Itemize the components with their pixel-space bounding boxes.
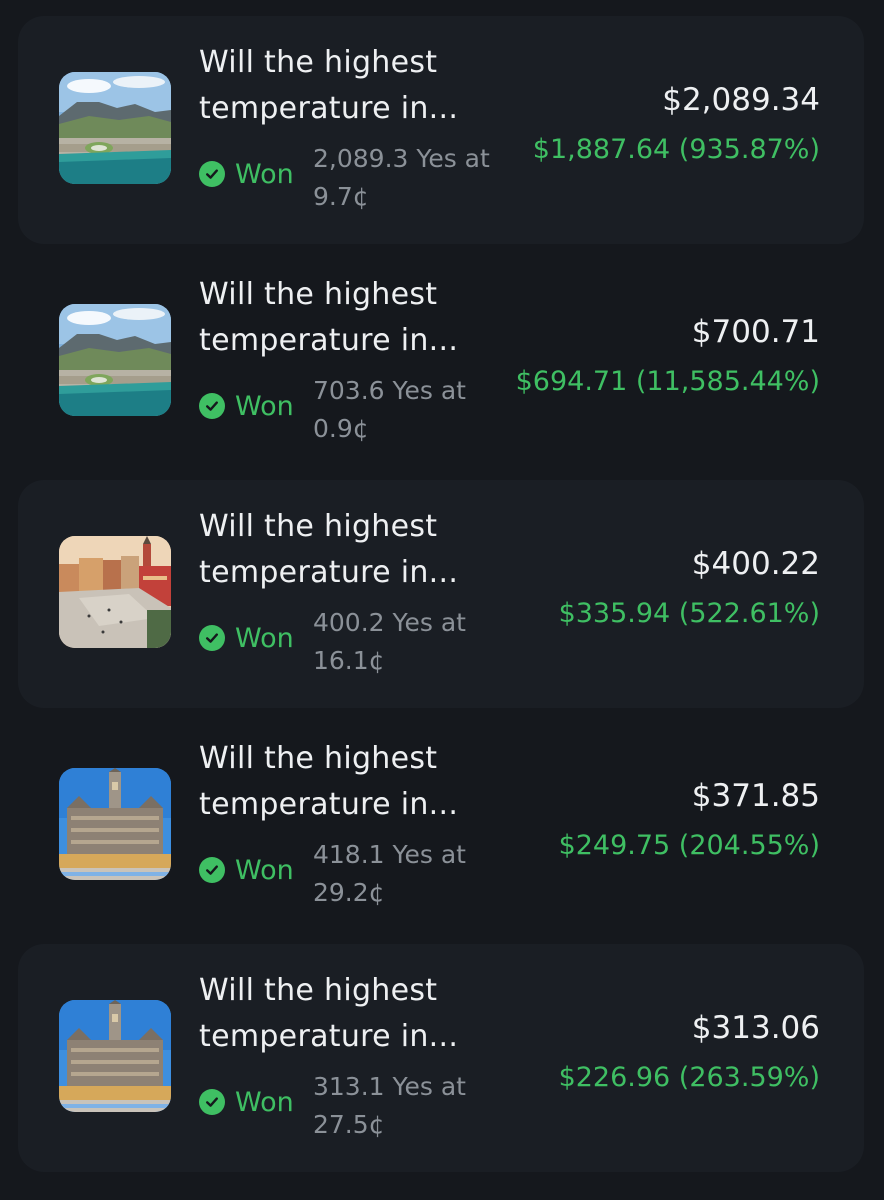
avg-price: 9.7¢ [313, 182, 369, 211]
check-circle-icon [199, 1089, 225, 1115]
munich-town-hall-photo [59, 1000, 171, 1112]
market-title: Will the highest temperature in... [199, 45, 459, 126]
avg-price: 16.1¢ [313, 646, 385, 675]
status-badge: Won [199, 1086, 294, 1118]
munich-town-hall-photo [59, 768, 171, 880]
status-label: Won [235, 622, 294, 654]
cape-town-aerial-photo [59, 304, 171, 416]
position-value: $2,089.34 [662, 82, 820, 118]
shares-line: 2,089.3 Yes at [313, 144, 490, 173]
shares-line: 418.1 Yes at [313, 840, 466, 869]
shares-info: 313.1 Yes at 27.5¢ [313, 1068, 513, 1144]
shares-info: 400.2 Yes at 16.1¢ [313, 604, 513, 680]
market-title: Will the highest temperature in... [199, 973, 459, 1054]
shares-line: 313.1 Yes at [313, 1072, 466, 1101]
profit-loss: $694.71 (11,585.44%) [515, 366, 820, 397]
status-badge: Won [199, 158, 294, 190]
check-circle-icon [199, 161, 225, 187]
profit-loss: $1,887.64 (935.87%) [532, 134, 820, 165]
position-card[interactable]: Will the highest temperature in... Won 7… [18, 248, 864, 476]
avg-price: 27.5¢ [313, 1110, 385, 1139]
warsaw-old-town-photo [59, 536, 171, 648]
position-value: $700.71 [691, 314, 820, 350]
profit-loss: $335.94 (522.61%) [558, 598, 820, 629]
status-badge: Won [199, 854, 294, 886]
profit-loss: $249.75 (204.55%) [558, 830, 820, 861]
market-title: Will the highest temperature in... [199, 277, 459, 358]
avg-price: 29.2¢ [313, 878, 385, 907]
position-card[interactable]: Will the highest temperature in... Won 4… [18, 480, 864, 708]
position-value: $313.06 [691, 1010, 820, 1046]
shares-info: 703.6 Yes at 0.9¢ [313, 372, 513, 448]
positions-list: Will the highest temperature in... Won 2… [0, 0, 884, 1200]
cape-town-aerial-photo [59, 72, 171, 184]
profit-loss: $226.96 (263.59%) [558, 1062, 820, 1093]
status-badge: Won [199, 622, 294, 654]
position-card[interactable]: Will the highest temperature in... Won 2… [18, 16, 864, 244]
status-label: Won [235, 1086, 294, 1118]
check-circle-icon [199, 857, 225, 883]
avg-price: 0.9¢ [313, 414, 369, 443]
shares-info: 418.1 Yes at 29.2¢ [313, 836, 513, 912]
position-value: $371.85 [691, 778, 820, 814]
status-label: Won [235, 390, 294, 422]
market-title: Will the highest temperature in... [199, 509, 459, 590]
position-card[interactable]: Will the highest temperature in... Won 3… [18, 944, 864, 1172]
position-card[interactable]: Will the highest temperature in... Won 4… [18, 712, 864, 940]
status-label: Won [235, 158, 294, 190]
status-label: Won [235, 854, 294, 886]
shares-line: 703.6 Yes at [313, 376, 466, 405]
shares-line: 400.2 Yes at [313, 608, 466, 637]
status-badge: Won [199, 390, 294, 422]
market-title: Will the highest temperature in... [199, 741, 459, 822]
shares-info: 2,089.3 Yes at 9.7¢ [313, 140, 513, 216]
check-circle-icon [199, 393, 225, 419]
check-circle-icon [199, 625, 225, 651]
position-value: $400.22 [691, 546, 820, 582]
